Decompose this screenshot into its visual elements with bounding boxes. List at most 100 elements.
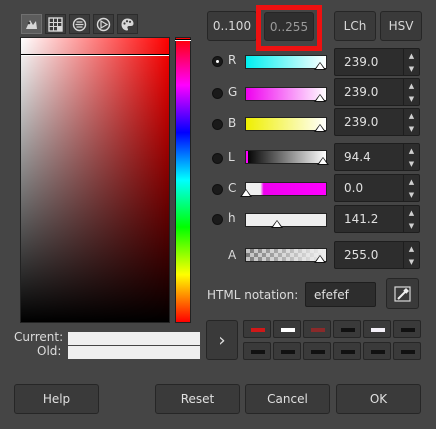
slider-h-thumb-inner bbox=[273, 221, 281, 227]
reset-button[interactable]: Reset bbox=[155, 384, 240, 414]
history-color-bar bbox=[401, 350, 415, 354]
spin-g[interactable]: 239.0 ▲ ▼ bbox=[334, 78, 420, 106]
add-to-history-button[interactable]: › bbox=[206, 320, 238, 360]
channel-label-r: R bbox=[228, 53, 237, 67]
cancel-button[interactable]: Cancel bbox=[245, 384, 330, 414]
radio-l[interactable] bbox=[212, 153, 223, 164]
history-swatch[interactable] bbox=[273, 342, 301, 360]
slider-a[interactable] bbox=[245, 248, 327, 263]
spin-down-icon[interactable]: ▼ bbox=[404, 255, 419, 268]
spin-up-icon[interactable]: ▲ bbox=[404, 206, 419, 219]
spin-r-value[interactable]: 239.0 bbox=[344, 55, 378, 69]
slider-b-thumb-inner bbox=[316, 125, 324, 131]
history-color-bar bbox=[281, 350, 295, 354]
history-color-bar bbox=[371, 350, 385, 354]
slider-b[interactable] bbox=[245, 117, 327, 132]
eyedropper-icon bbox=[393, 285, 411, 302]
spin-up-icon[interactable]: ▲ bbox=[404, 144, 419, 157]
old-color-swatch[interactable] bbox=[68, 346, 200, 359]
spin-a-arrows[interactable]: ▲ ▼ bbox=[403, 242, 419, 268]
radio-g[interactable] bbox=[212, 88, 223, 99]
slider-c[interactable] bbox=[240, 182, 327, 197]
spin-c-arrows[interactable]: ▲ ▼ bbox=[403, 175, 419, 201]
history-swatch[interactable] bbox=[363, 342, 391, 360]
spin-h-arrows[interactable]: ▲ ▼ bbox=[403, 206, 419, 232]
saturation-value-area[interactable] bbox=[20, 37, 170, 323]
spin-r[interactable]: 239.0 ▲ ▼ bbox=[334, 48, 420, 76]
history-swatch[interactable] bbox=[273, 320, 301, 338]
range-0-100-button[interactable]: 0..100 bbox=[207, 11, 257, 41]
slider-l[interactable] bbox=[245, 150, 329, 165]
spin-b-arrows[interactable]: ▲ ▼ bbox=[403, 109, 419, 135]
history-swatch[interactable] bbox=[243, 320, 271, 338]
spin-down-icon[interactable]: ▼ bbox=[404, 62, 419, 75]
spin-down-icon[interactable]: ▼ bbox=[404, 122, 419, 135]
history-swatch[interactable] bbox=[363, 320, 391, 338]
slider-h[interactable] bbox=[245, 213, 327, 228]
radio-b[interactable] bbox=[212, 119, 223, 130]
spin-b[interactable]: 239.0 ▲ ▼ bbox=[334, 108, 420, 136]
spin-up-icon[interactable]: ▲ bbox=[404, 109, 419, 122]
current-label: Current: bbox=[14, 330, 64, 344]
radio-r[interactable] bbox=[212, 56, 223, 67]
spin-g-arrows[interactable]: ▲ ▼ bbox=[403, 79, 419, 105]
spin-l-arrows[interactable]: ▲ ▼ bbox=[403, 144, 419, 170]
slider-g[interactable] bbox=[245, 87, 327, 102]
html-notation-input[interactable]: efefef bbox=[305, 282, 376, 307]
history-swatch[interactable] bbox=[393, 320, 421, 338]
html-notation-label: HTML notation: bbox=[207, 288, 299, 302]
tab-wheel[interactable] bbox=[93, 14, 114, 34]
spin-c-value[interactable]: 0.0 bbox=[344, 181, 363, 195]
history-color-bar bbox=[341, 328, 355, 332]
sv-cursor-highlight bbox=[21, 55, 169, 56]
tab-gimp-selector[interactable] bbox=[21, 14, 42, 34]
spin-down-icon[interactable]: ▼ bbox=[404, 157, 419, 170]
lch-button[interactable]: LCh bbox=[334, 11, 376, 41]
radio-h[interactable] bbox=[212, 214, 223, 225]
tab-cmyk[interactable] bbox=[45, 14, 66, 34]
hsv-button[interactable]: HSV bbox=[380, 11, 422, 41]
spin-up-icon[interactable]: ▲ bbox=[404, 79, 419, 92]
channel-label-g: G bbox=[228, 85, 238, 99]
gimp-selector-icon bbox=[26, 19, 37, 29]
current-color-swatch bbox=[68, 332, 200, 345]
spin-a[interactable]: 255.0 ▲ ▼ bbox=[334, 241, 420, 269]
spin-up-icon[interactable]: ▲ bbox=[404, 49, 419, 62]
history-swatch[interactable] bbox=[303, 342, 331, 360]
spin-l[interactable]: 94.4 ▲ ▼ bbox=[334, 143, 420, 171]
spin-h[interactable]: 141.2 ▲ ▼ bbox=[334, 205, 420, 233]
radio-c[interactable] bbox=[212, 184, 223, 195]
slider-r-thumb-inner bbox=[316, 63, 324, 69]
help-button[interactable]: Help bbox=[14, 384, 99, 414]
spin-up-icon[interactable]: ▲ bbox=[404, 242, 419, 255]
spin-r-arrows[interactable]: ▲ ▼ bbox=[403, 49, 419, 75]
slider-l-thumb-inner bbox=[319, 158, 327, 164]
history-swatch[interactable] bbox=[333, 342, 361, 360]
tab-watercolor[interactable] bbox=[69, 14, 90, 34]
ok-button[interactable]: OK bbox=[336, 384, 421, 414]
history-color-bar bbox=[251, 350, 265, 354]
spin-down-icon[interactable]: ▼ bbox=[404, 92, 419, 105]
spin-up-icon[interactable]: ▲ bbox=[404, 175, 419, 188]
spin-g-value[interactable]: 239.0 bbox=[344, 85, 378, 99]
history-swatch[interactable] bbox=[333, 320, 361, 338]
spin-down-icon[interactable]: ▼ bbox=[404, 219, 419, 232]
hue-marker bbox=[175, 39, 191, 41]
history-swatch[interactable] bbox=[393, 342, 421, 360]
history-swatch[interactable] bbox=[303, 320, 331, 338]
color-picker-button[interactable] bbox=[386, 278, 419, 309]
spin-down-icon[interactable]: ▼ bbox=[404, 188, 419, 201]
spin-l-value[interactable]: 94.4 bbox=[344, 150, 371, 164]
watercolor-icon bbox=[72, 17, 87, 31]
hue-strip[interactable] bbox=[175, 37, 191, 323]
spin-h-value[interactable]: 141.2 bbox=[344, 212, 378, 226]
spin-a-value[interactable]: 255.0 bbox=[344, 248, 378, 262]
spin-c[interactable]: 0.0 ▲ ▼ bbox=[334, 174, 420, 202]
chevron-right-icon: › bbox=[218, 329, 226, 351]
slider-g-thumb-inner bbox=[316, 95, 324, 101]
history-swatch[interactable] bbox=[243, 342, 271, 360]
highlight-box bbox=[256, 5, 322, 51]
slider-r[interactable] bbox=[245, 55, 327, 70]
tab-palette[interactable] bbox=[117, 14, 138, 34]
spin-b-value[interactable]: 239.0 bbox=[344, 115, 378, 129]
